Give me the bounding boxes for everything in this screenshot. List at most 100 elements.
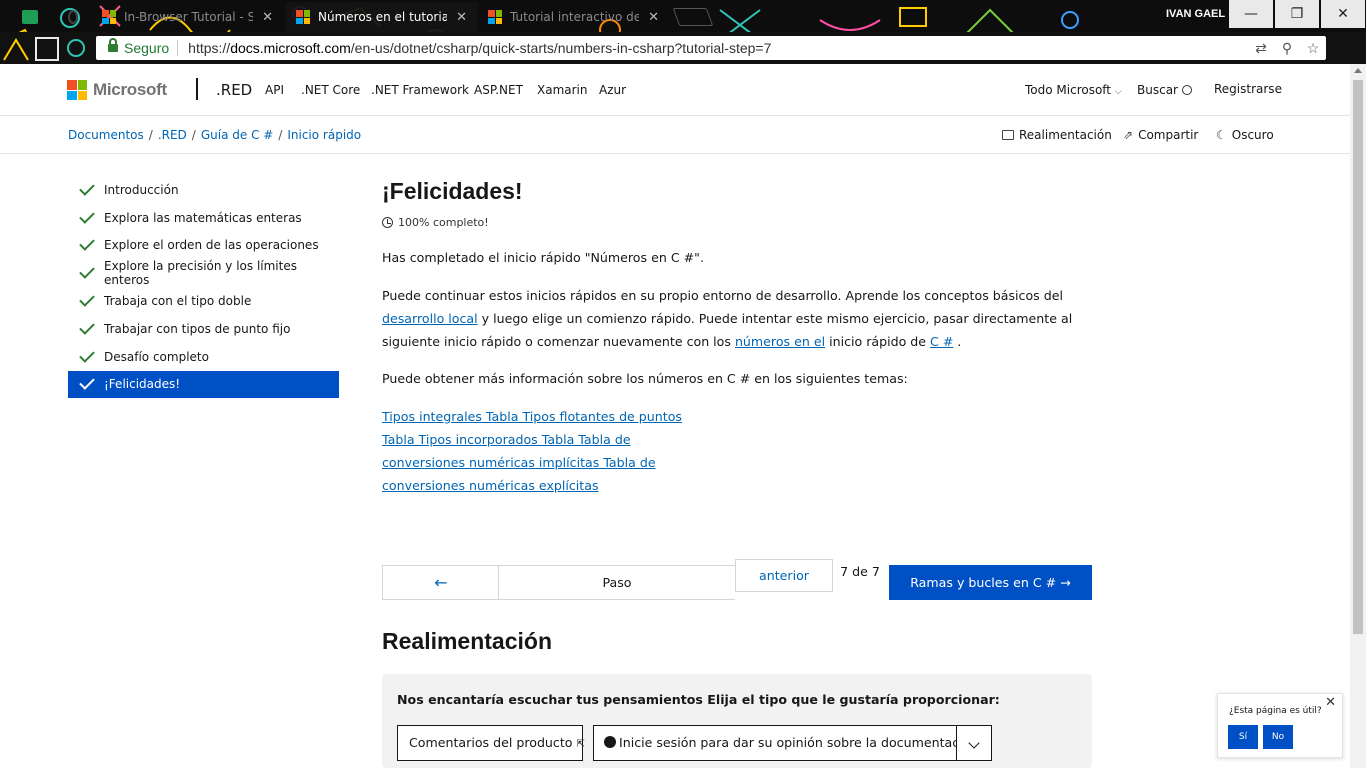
pinned-tab-github[interactable] (58, 2, 88, 32)
numbers-link[interactable]: números en el (735, 334, 825, 349)
tab-title: In-Browser Tutorial - Step (124, 10, 254, 24)
csharp-link[interactable]: C # (930, 334, 953, 349)
nav-api[interactable]: API (265, 83, 284, 97)
nav-azure[interactable]: Azur (599, 83, 626, 97)
new-tab-button[interactable] (672, 8, 714, 26)
address-bar[interactable]: Seguro https://docs.microsoft.com/en-us/… (96, 36, 1326, 60)
tab-1[interactable]: In-Browser Tutorial - Step ✕ (92, 2, 284, 32)
check-icon (79, 374, 95, 391)
breadcrumb: Documentos / .RED / Guía de C # / Inicio rápid… (68, 128, 362, 142)
nav-aspnet[interactable]: ASP.NET (474, 83, 523, 97)
check-icon (79, 263, 95, 280)
clock-icon (382, 217, 393, 228)
microsoft-logo-icon (67, 80, 87, 100)
step-item[interactable]: Introducción (68, 176, 339, 204)
nav-net-core[interactable]: .NET Core (301, 83, 360, 97)
feedback-dropdown-button[interactable] (956, 725, 992, 761)
feedback-panel: Nos encantaría escuchar tus pensamientos… (382, 674, 1092, 768)
yes-button[interactable]: Sí (1228, 725, 1258, 749)
product-feedback-button[interactable]: Comentarios del producto ⇱ (397, 725, 585, 761)
scrollbar-thumb[interactable] (1353, 80, 1363, 634)
more-info-text: Puede obtener más información sobre los … (382, 371, 908, 386)
restore-button[interactable]: ❐ (1275, 0, 1319, 28)
topic-link[interactable]: Tipos integrales Tabla Tipos flotantes d… (382, 409, 682, 493)
browser-toolbar: Seguro https://docs.microsoft.com/en-us/… (0, 32, 1366, 64)
moon-icon: ☾ (1216, 128, 1227, 142)
step-count: 7 de 7 (840, 564, 880, 579)
nav-xamarin[interactable]: Xamarin (537, 83, 588, 97)
pinned-tab[interactable] (12, 2, 52, 32)
page-title: ¡Felicidades! (382, 178, 523, 204)
nav-net-framework[interactable]: .NET Framework (371, 83, 469, 97)
check-icon (79, 180, 95, 196)
search-icon (1181, 85, 1192, 95)
close-tab-icon[interactable]: ✕ (647, 10, 660, 25)
external-link-icon: ⇱ (576, 739, 585, 750)
close-tab-icon[interactable]: ✕ (261, 10, 274, 25)
divider (177, 40, 179, 56)
share-action[interactable]: ⇗ Compartir (1123, 128, 1198, 142)
github-icon (604, 736, 616, 748)
brand-link[interactable]: .RED (216, 81, 252, 99)
step-item[interactable]: Trabaja con el tipo doble (68, 287, 339, 315)
next-step-button[interactable]: Ramas y bucles en C # → (889, 565, 1092, 600)
step-item[interactable]: Trabajar con tipos de punto fijo (68, 315, 339, 343)
share-icon: ⇗ (1123, 128, 1134, 142)
sign-in-link[interactable]: Registrarse (1214, 82, 1282, 96)
helpful-question: ¿Esta página es útil? (1229, 706, 1322, 716)
step-item-active[interactable]: ¡Felicidades! (68, 370, 339, 399)
translate-icon[interactable]: ⇄ (1248, 40, 1274, 57)
breadcrumb-item[interactable]: Guía de C # (201, 128, 273, 142)
breadcrumb-item[interactable]: .RED (158, 128, 187, 142)
chevron-down-icon: ⌵ (1114, 87, 1122, 97)
minimize-button[interactable]: — (1229, 0, 1273, 28)
check-icon (79, 207, 95, 224)
main-content: ¡Felicidades! 100% completo! Has complet… (382, 176, 1092, 497)
tab-title: Tutorial interactivo de ra (510, 10, 640, 24)
docs-feedback-button[interactable]: Inicie sesión para dar su opinión sobre … (593, 725, 978, 761)
previous-arrow-button[interactable]: ← (382, 565, 499, 600)
step-item[interactable]: Desafío completo (68, 343, 339, 371)
star-icon[interactable]: ☆ (1300, 40, 1326, 57)
step-item[interactable]: Explora las matemáticas enteras (68, 204, 339, 232)
all-microsoft-menu[interactable]: Todo Microsoft ⌵ (1025, 83, 1122, 97)
step-item[interactable]: Explore la precisión y los límites enter… (68, 259, 339, 287)
microsoft-logo[interactable]: Microsoft (67, 80, 167, 100)
check-icon (79, 291, 95, 307)
progress-indicator: 100% completo! (382, 216, 1092, 229)
tab-3[interactable]: Tutorial interactivo de ra ✕ (478, 2, 670, 32)
step-pager: ← Paso anterior 7 de 7 Ramas y bucles en… (382, 559, 1092, 601)
comment-icon (1002, 130, 1014, 140)
close-tab-icon[interactable]: ✕ (455, 10, 468, 25)
microsoft-icon (102, 10, 116, 24)
tab-2[interactable]: Números en el tutorial ✕ (286, 2, 478, 32)
scroll-up-icon[interactable] (1354, 68, 1362, 73)
no-button[interactable]: No (1263, 725, 1293, 749)
local-development-link[interactable]: desarrollo local (382, 311, 478, 326)
breadcrumb-item[interactable]: Inicio rápido (287, 128, 361, 142)
github-icon (68, 10, 78, 24)
profile-name[interactable]: IVAN GAEL (1166, 8, 1225, 20)
close-icon[interactable]: ✕ (1325, 695, 1336, 710)
theme-toggle[interactable]: ☾ Oscuro (1216, 128, 1274, 142)
check-icon (79, 346, 95, 363)
app-icon (22, 10, 38, 24)
completion-text: Has completado el inicio rápido "Números… (382, 250, 704, 265)
tab-title: Números en el tutorial (318, 10, 448, 24)
site-header: Microsoft .RED API .NET Core .NET Framew… (0, 64, 1350, 116)
feedback-question: Nos encantaría escuchar tus pensamientos… (397, 692, 1000, 707)
close-window-button[interactable]: ✕ (1321, 0, 1365, 28)
microsoft-icon (296, 10, 310, 24)
page-scrollbar[interactable] (1350, 64, 1366, 768)
step-item[interactable]: Explore el orden de las operaciones (68, 232, 339, 260)
zoom-icon[interactable]: ⚲ (1274, 40, 1300, 57)
feedback-heading: Realimentación (382, 628, 552, 654)
search-button[interactable]: Buscar (1137, 83, 1192, 97)
feedback-action[interactable]: Realimentación (1002, 128, 1112, 142)
divider (196, 78, 198, 100)
topic-links: Tipos integrales Tabla Tipos flotantes d… (382, 405, 682, 497)
helpful-popup: ¿Esta página es útil? ✕ Sí No (1217, 693, 1343, 758)
breadcrumb-item[interactable]: Documentos (68, 128, 144, 142)
previous-button[interactable]: anterior (735, 559, 833, 592)
url-text[interactable]: https://docs.microsoft.com/en-us/dotnet/… (188, 40, 1248, 56)
